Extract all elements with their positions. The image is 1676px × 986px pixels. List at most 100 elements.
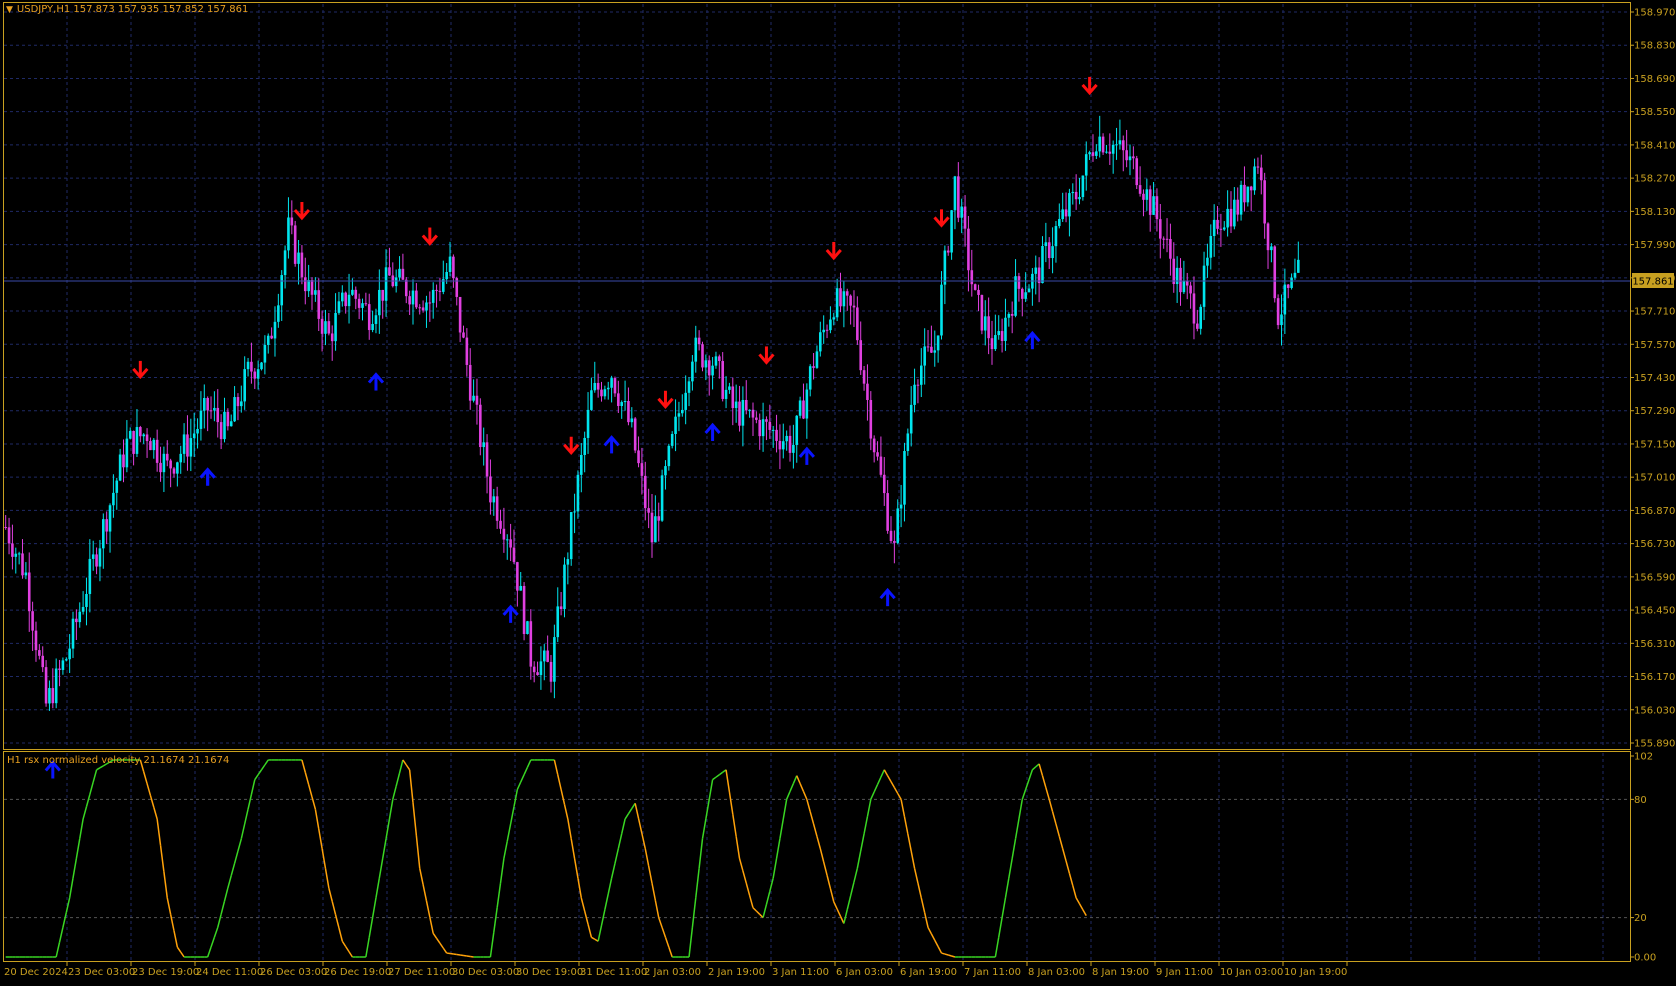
candle-body [742, 400, 745, 426]
candle-body [769, 422, 772, 430]
price-tick-label: 156.590 [1634, 572, 1675, 583]
candle-body [964, 207, 967, 229]
candle-body [772, 430, 775, 431]
candle-body [991, 338, 994, 349]
candle-body [496, 496, 499, 520]
candle-body [907, 433, 910, 451]
candle-body [1166, 239, 1169, 240]
candle-body [1105, 152, 1108, 153]
candle-body [213, 408, 216, 411]
candle-body [203, 398, 206, 411]
candle-body [126, 439, 129, 468]
candle-body [253, 372, 256, 379]
time-tick-label: 9 Jan 11:00 [1156, 967, 1213, 978]
time-tick-label: 10 Jan 19:00 [1284, 967, 1347, 978]
candle-body [1125, 150, 1128, 160]
price-tick-label: 158.690 [1634, 74, 1675, 85]
candle-body [375, 315, 378, 324]
candle-body [304, 277, 307, 291]
candle-body [317, 290, 320, 319]
candle-body [1028, 289, 1031, 293]
candle-body [385, 267, 388, 300]
candle-body [954, 176, 957, 210]
candle-body [72, 619, 75, 649]
candle-body [671, 434, 674, 446]
candle-body [546, 651, 549, 662]
candle-body [503, 529, 506, 540]
candle-body [819, 332, 822, 351]
candle-body [233, 397, 236, 421]
candle-body [698, 338, 701, 345]
candle-body [782, 441, 785, 449]
chart-window[interactable]: 158.970158.830158.690158.550158.410158.2… [0, 0, 1676, 982]
symbol-header[interactable]: ▼ USDJPY,H1 157.873 157.935 157.852 157.8… [6, 4, 248, 15]
candle-body [482, 442, 485, 447]
candle-body [563, 565, 566, 609]
candle-body [1213, 220, 1216, 236]
candle-body [1109, 152, 1112, 154]
candle-body [1051, 246, 1054, 258]
candle-body [294, 225, 297, 263]
candle-body [758, 420, 761, 436]
candle-body [1287, 285, 1290, 288]
candle-body [721, 361, 724, 399]
dropdown-triangle-icon[interactable]: ▼ [6, 5, 13, 15]
candle-body [38, 650, 41, 656]
chart-canvas[interactable]: 158.970158.830158.690158.550158.410158.2… [0, 0, 1676, 982]
candle-body [405, 280, 408, 296]
candle-body [927, 346, 930, 347]
candle-body [1253, 166, 1256, 190]
candle-body [883, 475, 886, 493]
candle-body [987, 316, 990, 338]
candle-body [68, 649, 71, 660]
candle-body [378, 290, 381, 315]
time-tick-label: 2 Jan 19:00 [708, 967, 765, 978]
candle-body [344, 293, 347, 307]
candle-body [445, 272, 448, 279]
candle-body [587, 410, 590, 438]
candle-body [311, 280, 314, 295]
candle-body [260, 363, 263, 370]
candle-body [617, 393, 620, 406]
candle-body [8, 527, 11, 543]
candle-body [166, 454, 169, 461]
candle-body [725, 390, 728, 399]
candle-body [691, 362, 694, 382]
symbol-info: USDJPY,H1 157.873 157.935 157.852 157.86… [17, 4, 248, 15]
price-tick-label: 158.830 [1634, 41, 1675, 52]
candle-body [1250, 187, 1253, 191]
candle-body [705, 360, 708, 367]
candle-body [876, 452, 879, 456]
candle-body [1065, 209, 1068, 216]
price-tick-label: 157.010 [1634, 473, 1675, 484]
candle-body [1045, 242, 1048, 246]
candle-body [109, 505, 112, 531]
candle-body [1098, 137, 1101, 152]
candle-body [365, 303, 368, 304]
current-price-tag: 157.861 [1632, 273, 1674, 288]
candle-body [859, 340, 862, 370]
candle-body [1294, 273, 1297, 278]
candle-body [1277, 298, 1280, 325]
candle-body [338, 301, 341, 313]
candle-body [466, 338, 469, 365]
candle-body [1149, 189, 1152, 215]
candle-body [674, 417, 677, 434]
candle-body [614, 378, 617, 393]
candle-body [267, 336, 270, 345]
candle-body [18, 553, 21, 554]
candle-body [435, 290, 438, 291]
candle-body [1071, 192, 1074, 193]
candle-body [398, 269, 401, 278]
candle-body [89, 559, 92, 594]
candle-body [479, 405, 482, 447]
candle-body [597, 383, 600, 390]
candle-body [832, 317, 835, 319]
candle-body [839, 288, 842, 306]
candle-body [806, 390, 809, 419]
candle-body [1189, 286, 1192, 294]
candle-body [1263, 180, 1266, 223]
candle-body [415, 291, 418, 308]
candle-body [967, 229, 970, 271]
price-tick-label: 158.410 [1634, 140, 1675, 151]
